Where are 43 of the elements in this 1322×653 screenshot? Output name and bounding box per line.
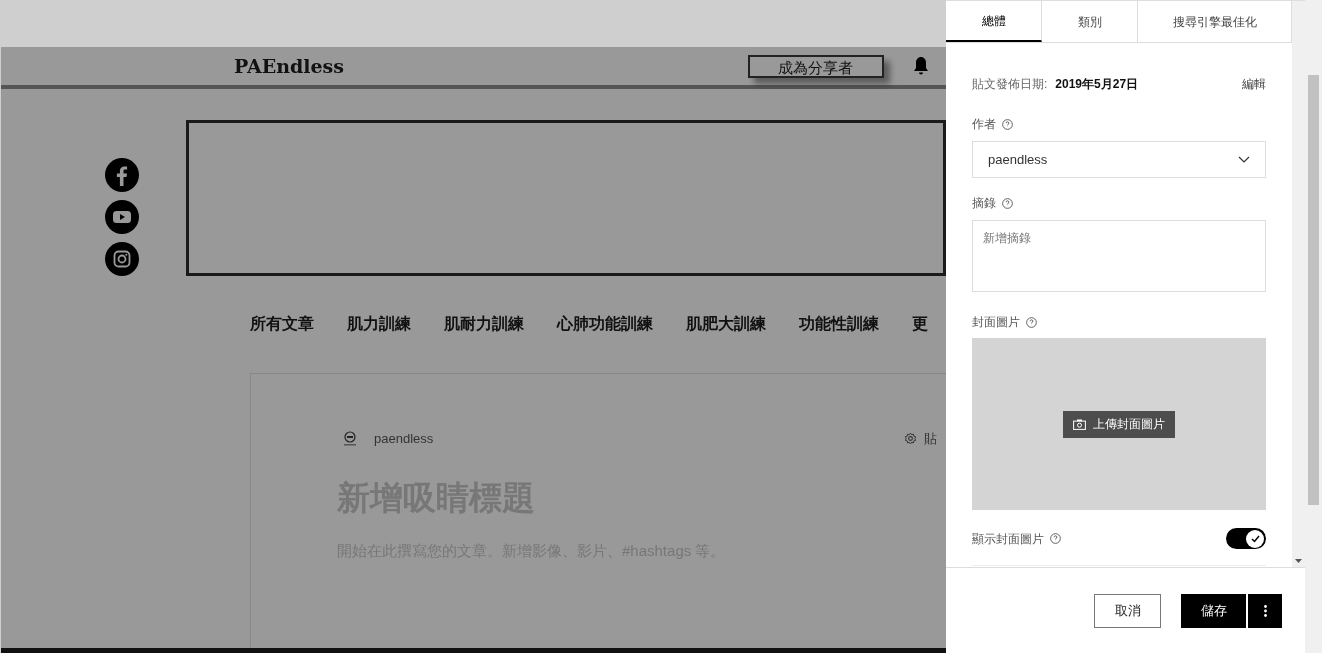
author-name: paendless [374,430,434,448]
facebook-icon[interactable] [105,158,139,192]
chevron-down-icon [1238,156,1250,163]
date-value: 2019年5月27日 [1055,76,1139,93]
check-icon [1250,534,1260,543]
more-icon [1263,604,1267,617]
cancel-button[interactable]: 取消 [1094,593,1161,628]
date-label: 貼文發佈日期: [972,76,1048,93]
category-link[interactable]: 所有文章 [250,312,314,336]
panel-tab[interactable]: 總體 [946,1,1042,42]
help-icon [1002,118,1013,130]
gear-icon[interactable] [904,432,918,446]
edit-link[interactable]: 編輯 [1242,75,1266,93]
post-settings-link[interactable]: 貼 [924,429,938,449]
become-sharer-button[interactable]: 成為分享者 [747,54,884,78]
save-button[interactable]: 儲存 [1181,593,1246,628]
excerpt-field[interactable]: 新增摘錄 [972,220,1266,292]
bell-icon[interactable] [911,56,930,76]
excerpt-label: 摘錄 [972,195,996,212]
category-link[interactable]: 功能性訓練 [799,312,879,336]
category-link[interactable]: 心肺功能訓練 [557,312,653,336]
camera-icon[interactable] [105,242,139,276]
author-dropdown[interactable]: paendless [972,141,1266,178]
upload-cover-button[interactable]: 上傳封面圖片 [1063,410,1175,438]
help-icon [1002,197,1013,209]
category-link[interactable]: 肌肥大訓練 [686,312,766,336]
category-link[interactable]: 肌耐力訓練 [444,312,524,336]
panel-tab[interactable]: 類別 [1042,1,1138,42]
scroll-down-icon[interactable] [1295,559,1302,563]
site-logo[interactable]: PAEndless [234,51,344,81]
help-icon [1026,316,1037,328]
avatar-icon [343,430,357,447]
video-icon[interactable] [105,200,139,234]
show-cover-toggle[interactable] [1226,528,1266,549]
camera-icon [1073,418,1086,430]
cover-label: 封面圖片 [972,314,1020,331]
help-icon [1050,533,1061,544]
show-cover-label: 顯示封面圖片 [972,530,1044,548]
author-label: 作者 [972,116,996,133]
category-link[interactable]: 更 [912,312,928,336]
more-button[interactable] [1248,593,1282,628]
page-scrollbar[interactable] [1305,0,1322,653]
category-link[interactable]: 肌力訓練 [347,312,411,336]
